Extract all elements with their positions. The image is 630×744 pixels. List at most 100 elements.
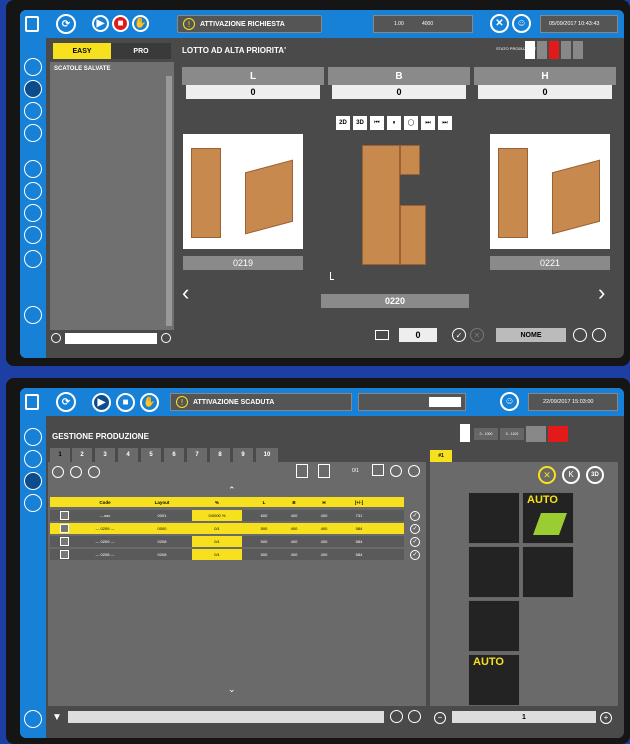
row-checkbox[interactable] [60,524,69,533]
home-icon[interactable] [24,58,42,76]
minus-icon[interactable]: − [434,712,446,724]
box-design-icon[interactable] [24,80,42,98]
row-checkbox[interactable] [60,550,69,559]
tape-icon[interactable] [24,124,42,142]
exit-icon-2[interactable] [24,710,42,728]
tab-8[interactable]: 8 [210,448,230,462]
clear-icon-2[interactable] [390,710,403,723]
view-3d-button[interactable]: 3D [353,116,367,130]
stop-button-2[interactable]: ■ [116,393,135,412]
confirm-icon[interactable]: ✓ [452,328,466,342]
chevron-right-icon[interactable]: › [598,280,605,306]
check-icon[interactable] [372,464,384,476]
row-checkbox[interactable] [60,537,69,546]
layout-tile-3[interactable] [468,546,520,598]
tab-2[interactable]: 2 [72,448,92,462]
row-confirm-icon[interactable]: ✓ [410,511,420,521]
tools-icon-2[interactable]: ✕ [538,466,556,484]
play-button-2[interactable]: ▶ [92,393,111,412]
tab-1[interactable]: 1 [50,448,70,462]
prev-box-preview[interactable] [183,134,303,249]
row-checkbox[interactable] [60,511,69,520]
confirm-icon-2[interactable] [408,710,421,723]
next-box-preview[interactable] [490,134,610,249]
exit-icon[interactable] [24,306,42,324]
tab-5[interactable]: 5 [141,448,161,462]
download-icon[interactable] [318,464,330,478]
settings-icon-2[interactable] [390,465,402,477]
dim-h-value[interactable]: 0 [478,85,612,99]
pallet-icon[interactable] [24,204,42,222]
layers-icon[interactable] [24,472,42,490]
row-confirm-icon[interactable]: ✓ [410,550,420,560]
stack-icon[interactable] [24,102,42,120]
open-box-icon[interactable] [592,328,606,342]
user-icon[interactable]: ☺ [512,14,531,33]
clear-icon[interactable] [161,333,171,343]
col-code[interactable]: Code [80,497,130,507]
dim-b-value[interactable]: 0 [332,85,466,99]
play-button[interactable]: ▶ [92,15,109,32]
refresh-icon-2[interactable]: ⟳ [56,392,76,412]
pause-button[interactable]: ⏸ [387,116,401,130]
tab-4[interactable]: 4 [118,448,138,462]
tab-10[interactable]: 10 [256,448,278,462]
production-icon[interactable] [24,450,42,468]
edit-icon-2[interactable] [70,466,82,478]
close-icon-2[interactable] [408,465,420,477]
last-button[interactable]: ⏭ [438,116,452,130]
col-l[interactable]: L [254,497,274,507]
edit-icon[interactable] [24,250,42,268]
copy-icon[interactable] [88,466,100,478]
tab-7[interactable]: 7 [187,448,207,462]
user-icon-2[interactable]: ☺ [500,392,519,411]
tools-icon[interactable]: ✕ [490,14,509,33]
refresh-icon[interactable]: ⟳ [56,14,76,34]
hand-button-2[interactable]: ✋ [140,393,159,412]
plus-icon[interactable]: + [600,712,612,724]
k-icon[interactable]: K [562,466,580,484]
tab-3[interactable]: 3 [95,448,115,462]
alarm-box[interactable]: ! ATTIVAZIONE RICHIESTA [177,15,322,33]
layout-tile-4[interactable] [522,546,574,598]
alarm-box-2[interactable]: ! ATTIVAZIONE SCADUTA [170,393,352,411]
upload-icon[interactable] [296,464,308,478]
dim-l-value[interactable]: 0 [186,85,320,99]
view-2d-button[interactable]: 2D [336,116,350,130]
layout-tile-auto-2[interactable]: AUTO [468,654,520,706]
search-input-2[interactable] [68,711,384,723]
layer-count[interactable]: 1 [452,711,596,723]
printer-icon[interactable] [375,330,389,340]
search-input[interactable] [65,333,157,344]
loop-button[interactable]: ◯ [404,116,418,130]
chevron-left-icon[interactable]: ‹ [182,280,189,306]
view-3d-icon[interactable]: 3D [586,466,604,484]
table-row[interactable]: --- 0208 --- 0208 0/1 500 400 400 584 ✓ [50,549,420,560]
layout-tile-1[interactable] [468,492,520,544]
home-icon-2[interactable] [24,428,42,446]
row-confirm-icon[interactable]: ✓ [410,537,420,547]
layout-tile-5[interactable] [468,600,520,652]
col-percent[interactable]: % [192,497,242,507]
tab-easy[interactable]: EASY [53,43,111,59]
row-confirm-icon[interactable]: ✓ [410,524,420,534]
gear-icon[interactable] [24,226,42,244]
name-field[interactable]: NOME [496,328,566,342]
table-row[interactable]: --- 0209 --- 0208 0/1 500 400 400 584 ✓ [50,536,420,547]
tab-pro[interactable]: PRO [111,43,171,59]
cancel-icon[interactable]: ✕ [470,328,484,342]
hand-button[interactable]: ✋ [132,15,149,32]
add-icon[interactable] [52,466,64,478]
monitor-icon[interactable] [24,182,42,200]
chevron-down-icon[interactable]: ⌄ [228,684,236,695]
scrollbar[interactable] [166,76,172,326]
layout-tile-auto[interactable]: AUTO [522,492,574,544]
tape-icon-2[interactable] [24,494,42,512]
table-row[interactable]: --- 0209 --- 0000 0/1 500 400 400 584 ✓ [50,523,420,534]
col-layout[interactable]: Layout [142,497,182,507]
first-button[interactable]: ⏮ [370,116,384,130]
save-box-icon[interactable] [573,328,587,342]
col-delta[interactable]: [+/-] [344,497,374,507]
col-h[interactable]: H [314,497,334,507]
layer-badge[interactable]: #1 [430,450,452,462]
